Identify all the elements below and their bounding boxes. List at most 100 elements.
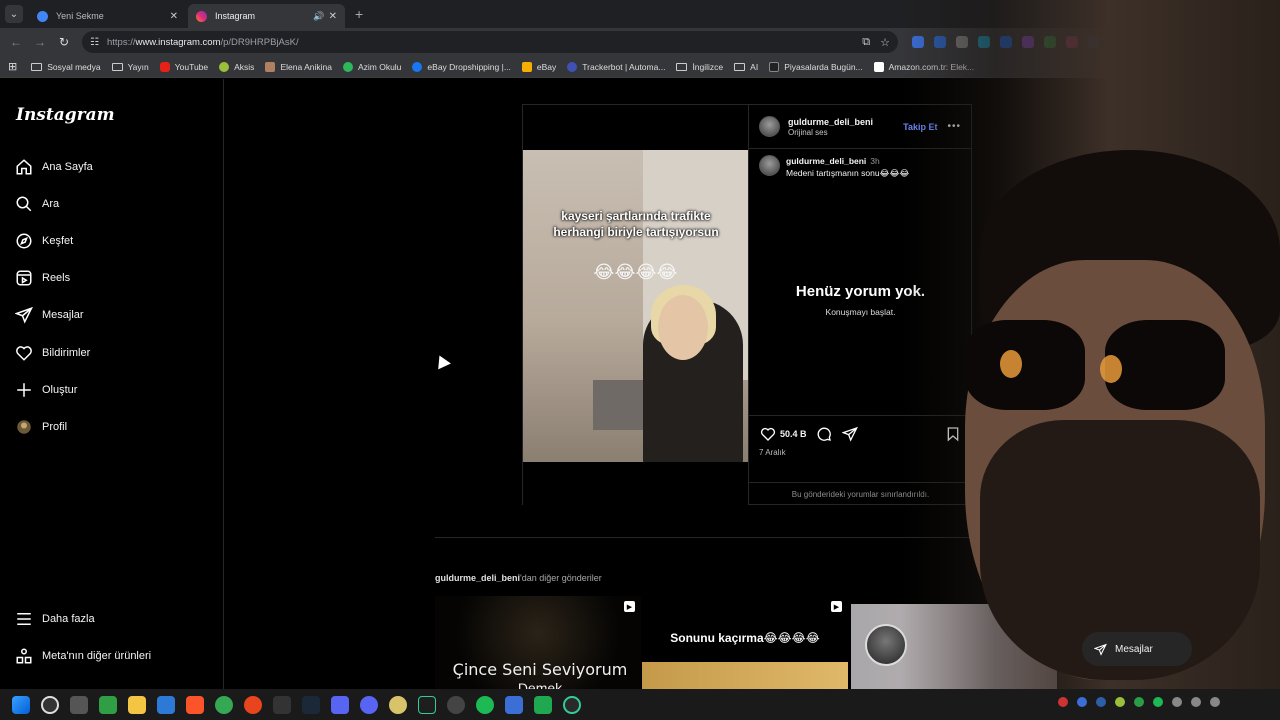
bookmark-link[interactable]: eBay Dropshipping |...: [412, 61, 511, 72]
more-posts-username[interactable]: guldurme_deli_beni: [435, 573, 520, 583]
audio-link[interactable]: Orijinal ses: [788, 128, 903, 137]
reel-video[interactable]: kayseri şartlarında trafikte herhangi bi…: [523, 105, 748, 506]
apps-icon[interactable]: ⊞: [8, 60, 17, 73]
store-icon[interactable]: [157, 695, 175, 714]
app-icon[interactable]: [70, 695, 88, 714]
caption-username[interactable]: guldurme_deli_beni: [786, 156, 866, 166]
tray-icon[interactable]: [1153, 697, 1163, 707]
wifi-icon[interactable]: [1191, 697, 1201, 707]
bookmark-folder[interactable]: AI: [734, 62, 758, 72]
tray-icon[interactable]: [1115, 697, 1125, 707]
nav-profile[interactable]: Profil: [14, 417, 67, 437]
more-post-thumbnail[interactable]: ▶: [851, 604, 1057, 689]
bookmark-link[interactable]: Aksis: [219, 61, 254, 72]
spotify-icon[interactable]: [476, 695, 494, 714]
search-icon[interactable]: [41, 695, 59, 714]
volume-icon[interactable]: [1210, 697, 1220, 707]
avatar[interactable]: [759, 155, 780, 176]
app-icon[interactable]: [244, 695, 262, 714]
like-count[interactable]: 50.4 B: [780, 429, 807, 439]
back-icon[interactable]: ←: [4, 35, 28, 49]
avatar[interactable]: [759, 116, 780, 137]
forward-icon[interactable]: →: [28, 35, 52, 49]
nav-meta-products[interactable]: Meta'nın diğer ürünleri: [14, 646, 151, 666]
app-icon[interactable]: [389, 695, 407, 714]
app-icon[interactable]: [534, 695, 552, 714]
xbox-icon[interactable]: [99, 695, 117, 714]
instagram-logo[interactable]: Instagram: [16, 105, 115, 125]
bookmark-folder[interactable]: Sosyal medya: [31, 62, 101, 72]
bookmark-link[interactable]: eBay: [521, 61, 556, 72]
bookmark-folder[interactable]: Yayın: [111, 62, 149, 72]
bookmark-link[interactable]: Azim Okulu: [342, 61, 401, 72]
extension-icon[interactable]: [1088, 36, 1100, 48]
extension-icon[interactable]: [1022, 36, 1034, 48]
save-bookmark-icon[interactable]: [944, 425, 962, 443]
bookmark-folder[interactable]: İngilizce: [676, 62, 723, 72]
nav-reels[interactable]: Reels: [14, 268, 70, 288]
extension-icon[interactable]: [1066, 36, 1078, 48]
windows-start-icon[interactable]: [12, 695, 30, 714]
nav-notifications[interactable]: Bildirimler: [14, 343, 90, 363]
file-explorer-icon[interactable]: [128, 695, 146, 714]
site-info-icon[interactable]: ☷: [90, 37, 99, 48]
bookmark-link[interactable]: Trackerbot | Automa...: [567, 61, 665, 72]
nav-create[interactable]: Oluştur: [14, 380, 77, 400]
all-bookmarks[interactable]: Tüm Yer İşaretleri: [1176, 62, 1259, 72]
epic-games-icon[interactable]: [273, 695, 291, 714]
tab-search-button[interactable]: ⌄: [5, 5, 23, 23]
nav-search[interactable]: Ara: [14, 194, 59, 214]
close-icon[interactable]: ✕: [329, 11, 337, 22]
nav-messages[interactable]: Mesajlar: [14, 305, 84, 325]
reload-icon[interactable]: ↻: [52, 35, 76, 49]
bookmark-star-icon[interactable]: ☆: [880, 36, 890, 49]
app-icon[interactable]: [418, 695, 436, 714]
extension-icon[interactable]: [934, 36, 946, 48]
username-link[interactable]: guldurme_deli_beni: [788, 117, 903, 127]
tray-icon[interactable]: [1058, 697, 1068, 707]
tab-instagram[interactable]: Instagram 🔊 ✕: [188, 4, 345, 28]
bookmark-link[interactable]: Piyasalarda Bugün...: [769, 61, 863, 72]
post-date[interactable]: 7 Aralık: [759, 448, 962, 457]
nav-home[interactable]: Ana Sayfa: [14, 157, 93, 177]
extension-icon[interactable]: [912, 36, 924, 48]
comment-icon[interactable]: [815, 425, 833, 443]
follow-button[interactable]: Takip Et: [903, 122, 937, 132]
bookmark-link[interactable]: Amazon.com.tr: Elek...: [873, 61, 974, 72]
steam-icon[interactable]: [302, 695, 320, 714]
post-actions: 50.4 B 7 Aralık: [749, 415, 972, 465]
extension-icon[interactable]: [1000, 36, 1012, 48]
address-bar[interactable]: ☷ https://www.instagram.com/p/DR9HRPBjAs…: [82, 31, 898, 53]
obs-icon[interactable]: [563, 695, 581, 714]
like-heart-icon[interactable]: [759, 425, 777, 443]
folder-icon: [31, 62, 43, 71]
extension-icon[interactable]: [978, 36, 990, 48]
tray-icon[interactable]: [1096, 697, 1106, 707]
nav-explore[interactable]: Keşfet: [14, 231, 73, 251]
new-tab-button[interactable]: +: [355, 6, 363, 22]
bookmark-link[interactable]: YouTube: [159, 61, 208, 72]
tab-new-tab[interactable]: Yeni Sekme ✕: [29, 4, 186, 28]
share-icon[interactable]: [841, 425, 859, 443]
floating-messages-button[interactable]: Mesajlar: [1082, 632, 1192, 666]
nav-more[interactable]: Daha fazla: [14, 609, 95, 629]
more-options-icon[interactable]: •••: [947, 121, 961, 132]
close-icon[interactable]: ✕: [170, 11, 178, 22]
puzzle-icon[interactable]: [1110, 36, 1122, 48]
tray-icon[interactable]: [1134, 697, 1144, 707]
tray-icon[interactable]: [1077, 697, 1087, 707]
brave-icon[interactable]: [186, 695, 204, 714]
bookmark-link[interactable]: Elena Anikina: [265, 61, 332, 72]
extension-icon[interactable]: [1044, 36, 1056, 48]
app-icon[interactable]: [505, 695, 523, 714]
app-icon[interactable]: [331, 695, 349, 714]
more-post-thumbnail[interactable]: ▶ Sonunu kaçırma😂😂😂😂: [642, 596, 848, 689]
speaker-icon[interactable]: 🔊: [313, 11, 324, 22]
install-app-icon[interactable]: ⧉: [862, 36, 870, 49]
app-icon[interactable]: [447, 695, 465, 714]
extension-icon[interactable]: [956, 36, 968, 48]
tray-icon[interactable]: [1172, 697, 1182, 707]
chrome-icon[interactable]: [215, 695, 233, 714]
more-post-thumbnail[interactable]: ▶ Çince Seni Seviyorum Demek: [435, 596, 641, 689]
discord-icon[interactable]: [360, 695, 378, 714]
